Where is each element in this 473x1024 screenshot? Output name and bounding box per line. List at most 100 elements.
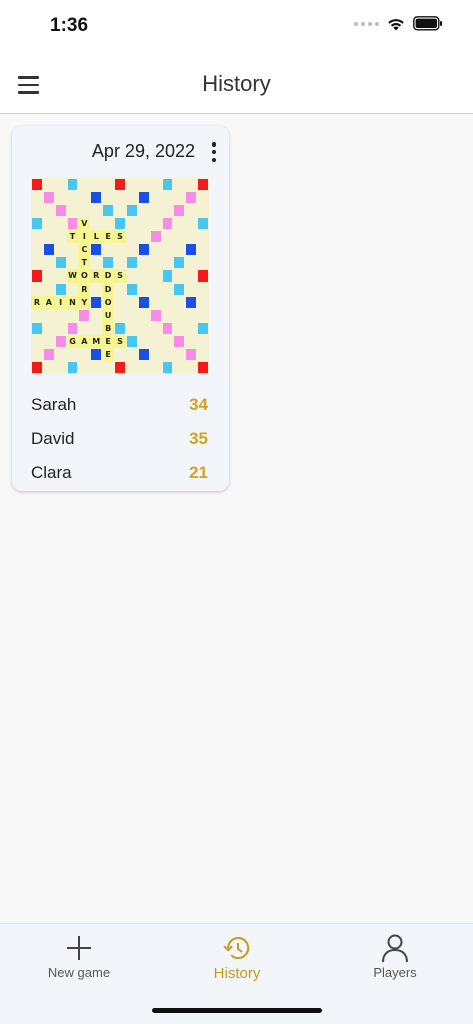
letter-tile: A [78, 334, 91, 348]
double-letter-square [115, 218, 125, 230]
letter-tile: R [90, 269, 103, 283]
letter-tile: S [114, 334, 126, 348]
double-letter-square [126, 205, 137, 217]
double-word-square [174, 205, 185, 217]
letter-tile: M [90, 334, 103, 348]
letter-tile: T [66, 230, 79, 244]
status-icons [354, 16, 443, 31]
letter-tile: E [102, 230, 115, 244]
letter-tile: R [78, 282, 91, 296]
double-letter-square [162, 270, 173, 282]
triple-word-square [115, 361, 125, 373]
player-list: Sarah 34 David 35 Clara 21 [31, 388, 208, 490]
triple-word-square [115, 179, 125, 191]
board-preview: VICTORYTLESWRDSRAINDOUBEEGAMS [31, 178, 209, 374]
player-score: 34 [189, 395, 208, 414]
double-letter-square [115, 322, 125, 334]
history-icon [222, 933, 252, 963]
double-letter-square [126, 335, 137, 347]
triple-letter-square [138, 244, 149, 256]
nav-history[interactable]: History [158, 924, 316, 982]
double-letter-square [174, 257, 185, 269]
double-letter-square [55, 257, 66, 269]
double-word-square [186, 192, 197, 204]
plus-icon [65, 933, 93, 963]
nav-new-game[interactable]: New game [0, 924, 158, 980]
double-word-square [186, 348, 197, 360]
letter-tile: O [78, 269, 91, 283]
letter-tile: C [78, 243, 91, 257]
game-card[interactable]: Apr 29, 2022 VICTORYTLESWRDSRAINDOUBEEGA… [12, 126, 229, 491]
player-row: Clara 21 [31, 456, 208, 490]
double-letter-square [162, 179, 173, 191]
nav-label: History [213, 965, 261, 982]
double-letter-square [67, 361, 78, 373]
player-name: David [31, 429, 75, 448]
wifi-icon [388, 18, 404, 30]
double-word-square [43, 348, 54, 360]
double-word-square [67, 322, 78, 334]
double-word-square [150, 309, 161, 321]
nav-label: New game [47, 965, 111, 980]
triple-letter-square [138, 296, 149, 308]
double-letter-square [32, 218, 42, 230]
triple-word-square [198, 179, 208, 191]
double-word-square [43, 192, 54, 204]
double-letter-square [103, 257, 114, 269]
triple-word-square [32, 270, 42, 282]
letter-tile: V [78, 217, 91, 231]
nav-players[interactable]: Players [316, 924, 473, 980]
triple-letter-square [91, 244, 102, 256]
triple-word-square [32, 361, 42, 373]
double-letter-square [198, 322, 208, 334]
letter-tile: O [102, 295, 115, 309]
triple-letter-square [186, 296, 197, 308]
page-title: History [202, 71, 271, 96]
double-word-square [67, 218, 78, 230]
double-word-square [79, 309, 90, 321]
more-options-icon[interactable] [208, 142, 220, 162]
letter-tile: R [31, 295, 43, 309]
triple-letter-square [91, 192, 102, 204]
double-letter-square [198, 218, 208, 230]
game-date: Apr 29, 2022 [91, 141, 195, 161]
nav-label: Players [373, 965, 417, 980]
letter-tile: G [66, 334, 79, 348]
double-letter-square [174, 283, 185, 295]
double-letter-square [55, 283, 66, 295]
double-letter-square [32, 322, 42, 334]
letter-tile: S [114, 269, 126, 283]
letter-tile: E [102, 334, 115, 348]
player-score: 21 [189, 463, 208, 482]
triple-letter-square [91, 296, 102, 308]
player-name: Sarah [31, 395, 77, 414]
player-score: 35 [189, 429, 208, 448]
double-word-square [55, 205, 66, 217]
letter-tile: D [102, 282, 115, 296]
double-letter-square [126, 283, 137, 295]
triple-word-square [198, 270, 208, 282]
double-word-square [55, 335, 66, 347]
double-letter-square [162, 361, 173, 373]
double-word-square [162, 218, 173, 230]
status-time: 1:36 [50, 15, 89, 36]
triple-word-square [32, 179, 42, 191]
letter-tile: U [102, 308, 115, 322]
letter-tile: B [102, 321, 115, 335]
double-word-square [174, 335, 185, 347]
letter-tile: I [54, 295, 67, 309]
double-word-square [162, 322, 173, 334]
player-row: Sarah 34 [31, 388, 208, 422]
app-bar: History [0, 56, 473, 114]
person-icon [381, 933, 409, 963]
letter-tile: S [114, 230, 126, 244]
letter-tile: A [42, 295, 55, 309]
letter-tile: W [66, 269, 79, 283]
letter-tile: L [90, 230, 103, 244]
triple-letter-square [138, 192, 149, 204]
battery-icon [413, 16, 442, 31]
player-name: Clara [31, 463, 72, 482]
double-letter-square [103, 205, 114, 217]
letter-tile: N [66, 295, 79, 309]
letter-tile: E [102, 347, 115, 361]
